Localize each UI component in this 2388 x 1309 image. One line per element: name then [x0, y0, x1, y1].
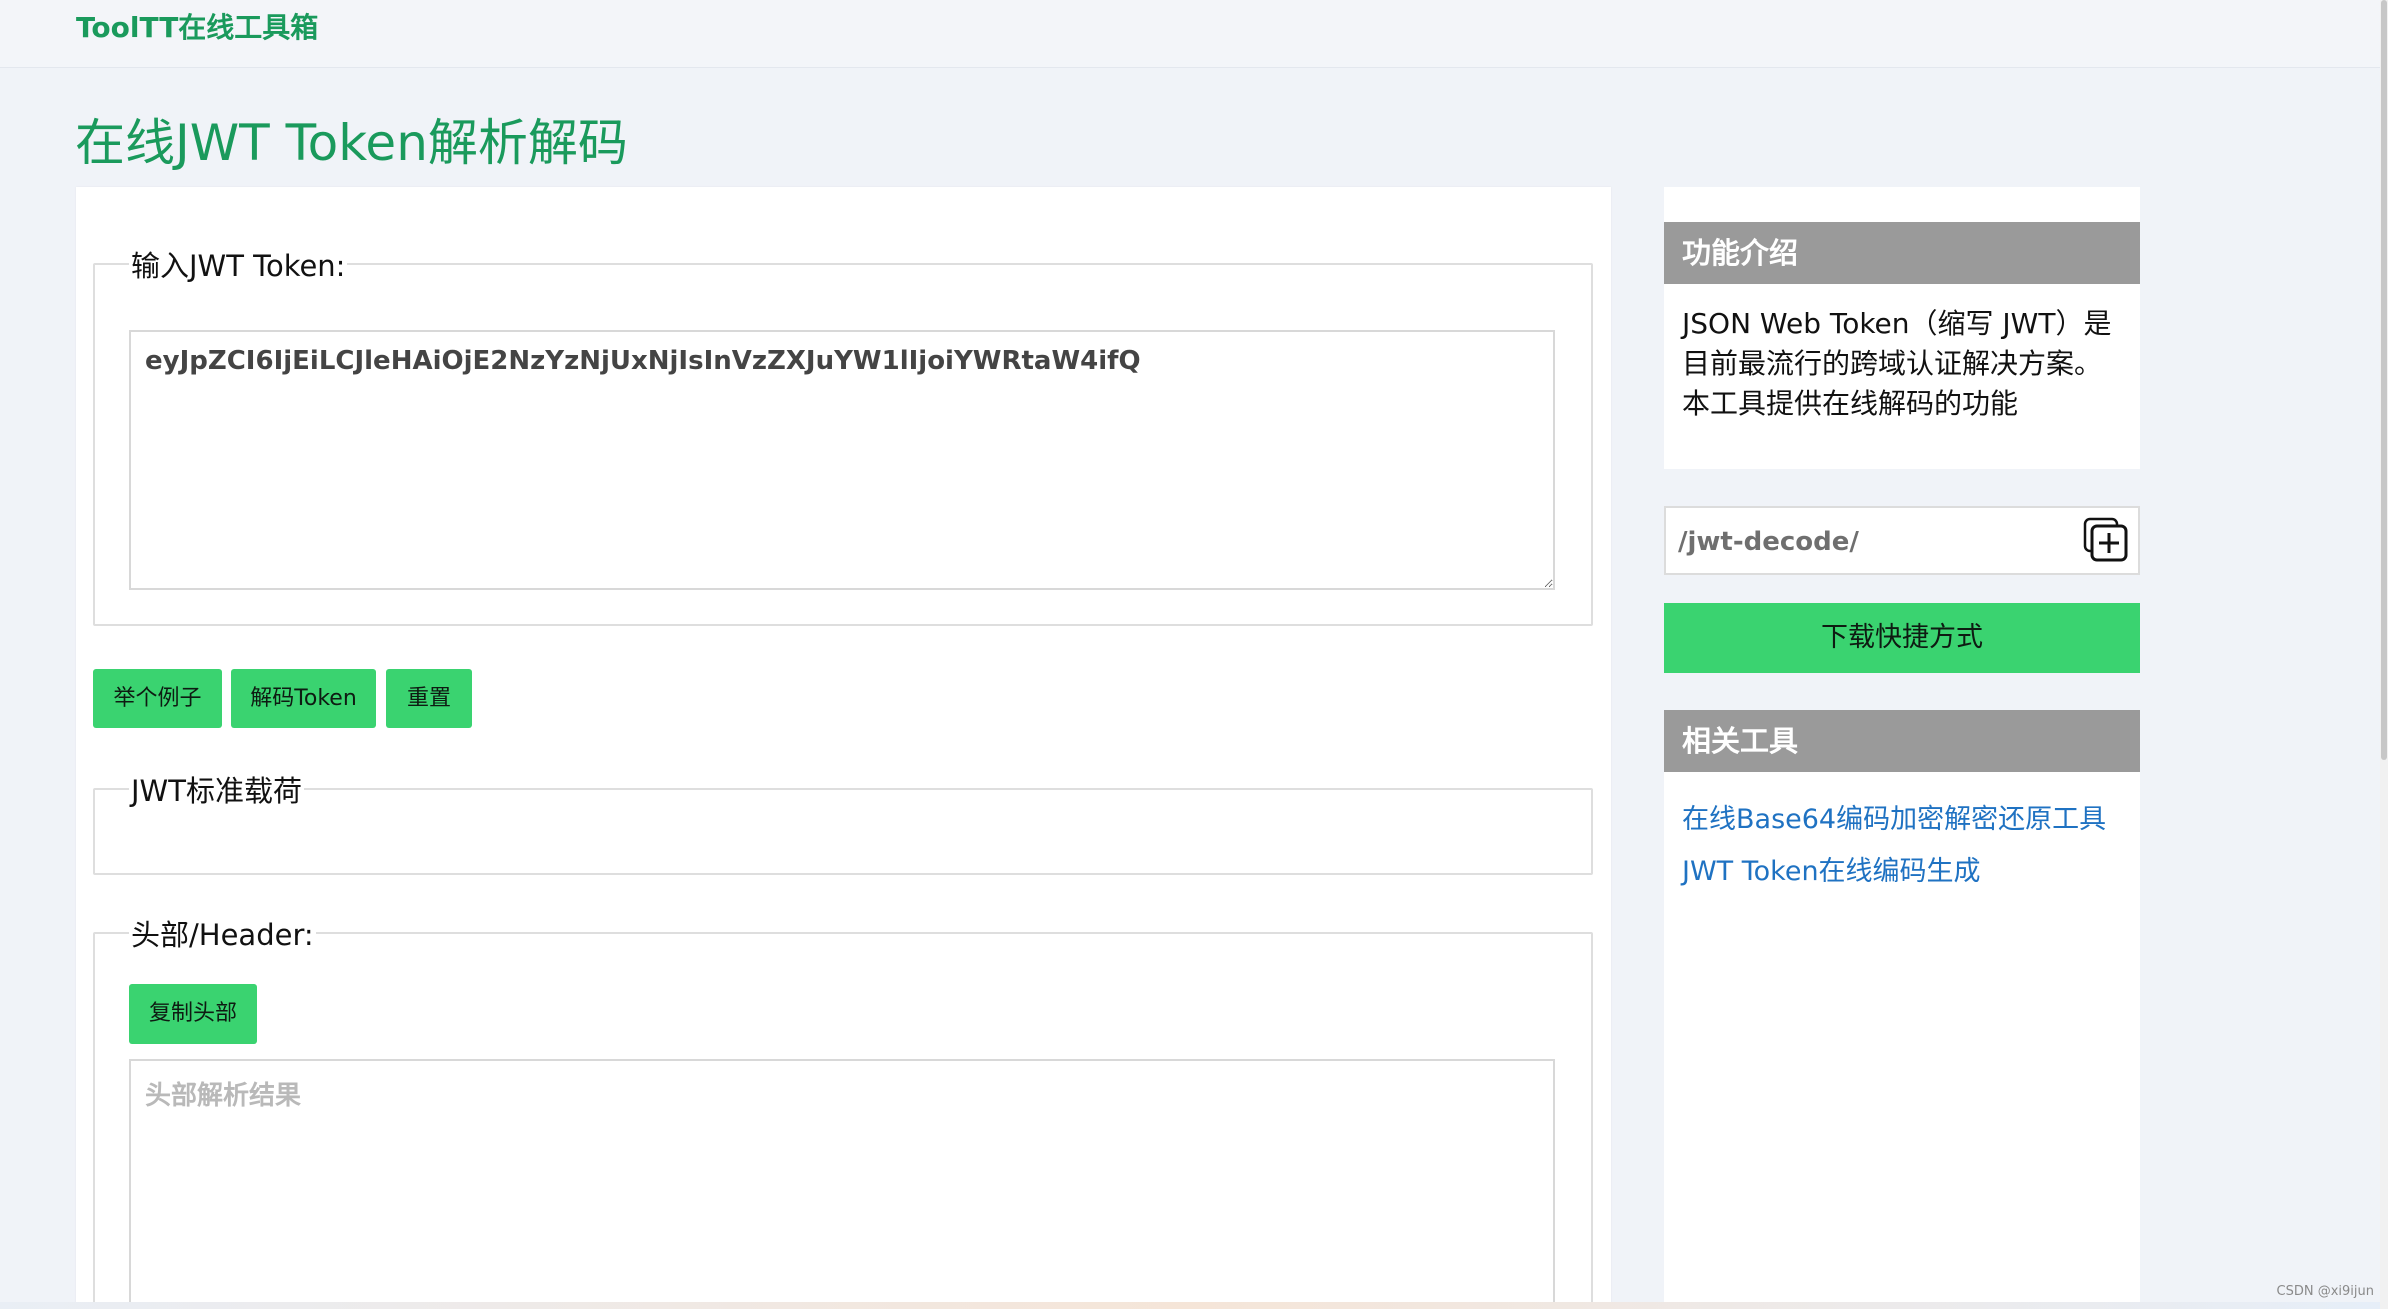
copy-header-button[interactable]: 复制头部	[129, 984, 257, 1044]
page-title: 在线JWT Token解析解码	[75, 114, 628, 172]
page-scrollbar[interactable]	[2380, 0, 2388, 1309]
payload-fieldset: JWT标准载荷	[93, 768, 1593, 875]
intro-title: 功能介绍	[1664, 222, 2140, 284]
intro-card: 功能介绍 JSON Web Token（缩写 JWT）是目前最流行的跨域认证解决…	[1664, 187, 2140, 469]
watermark: CSDN @xi9ijun	[2276, 1284, 2374, 1299]
header-fieldset: 头部/Header: 复制头部	[93, 912, 1593, 1309]
download-shortcut-button[interactable]: 下载快捷方式	[1664, 603, 2140, 673]
intro-text: JSON Web Token（缩写 JWT）是目前最流行的跨域认证解决方案。本工…	[1682, 307, 2112, 420]
shortcut-link-box	[1664, 506, 2140, 575]
brand-logo[interactable]: ToolTT在线工具箱	[76, 6, 318, 46]
header-output[interactable]	[129, 1059, 1555, 1309]
tools-title: 相关工具	[1664, 710, 2140, 772]
list-item: JWT Token在线编码生成	[1682, 846, 2122, 898]
payload-legend: JWT标准载荷	[131, 774, 302, 808]
scrollbar-thumb[interactable]	[2381, 0, 2387, 760]
header-legend: 头部/Header:	[131, 918, 314, 952]
decode-button[interactable]: 解码Token	[231, 669, 376, 728]
shortcut-path-input[interactable]	[1678, 522, 2058, 562]
tools-list: 在线Base64编码加密解密还原工具 JWT Token在线编码生成	[1664, 772, 2140, 898]
list-item: 在线Base64编码加密解密还原工具	[1682, 794, 2122, 846]
main-card: 输入JWT Token: eyJpZCI6IjEiLCJleHAiOjE2NzY…	[76, 187, 1611, 1309]
tool-link-base64[interactable]: 在线Base64编码加密解密还原工具	[1682, 804, 2106, 835]
sidebar-filler	[1664, 920, 2140, 1309]
token-fieldset: 输入JWT Token: eyJpZCI6IjEiLCJleHAiOjE2NzY…	[93, 243, 1593, 626]
token-legend: 输入JWT Token:	[131, 249, 346, 283]
related-tools-card: 相关工具 在线Base64编码加密解密还原工具 JWT Token在线编码生成	[1664, 710, 2140, 920]
token-input[interactable]: eyJpZCI6IjEiLCJleHAiOjE2NzYzNjUxNjIsInVz…	[129, 330, 1555, 590]
bottom-strip	[0, 1302, 2380, 1309]
copy-add-icon[interactable]	[2082, 516, 2130, 564]
tool-link-jwt-encode[interactable]: JWT Token在线编码生成	[1682, 856, 1981, 887]
example-button[interactable]: 举个例子	[93, 669, 222, 728]
reset-button[interactable]: 重置	[386, 669, 472, 728]
top-navbar: ToolTT在线工具箱	[0, 0, 2380, 68]
